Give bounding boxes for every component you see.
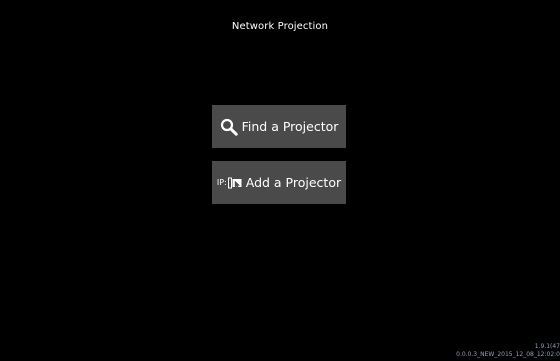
version-info: 1.9.1(47 0.0.0.3_NEW_2015_12_08_12:02:0 [456,343,560,359]
network-projection-screen: Network Projection Find a Projector IP: … [0,0,560,361]
find-projector-button[interactable]: Find a Projector [212,105,346,148]
version-line-2: 0.0.0.3_NEW_2015_12_08_12:02:0 [456,351,560,358]
add-projector-label: Add a Projector [245,175,342,190]
version-line-1: 1.9.1(47 [534,343,560,350]
page-title: Network Projection [231,21,329,32]
add-projector-button[interactable]: IP: Add a Projector [212,161,346,204]
find-projector-label: Find a Projector [241,119,339,134]
ip-prefix-label: IP: [216,178,227,187]
add-projector-icon [227,177,242,189]
search-icon [220,118,238,136]
